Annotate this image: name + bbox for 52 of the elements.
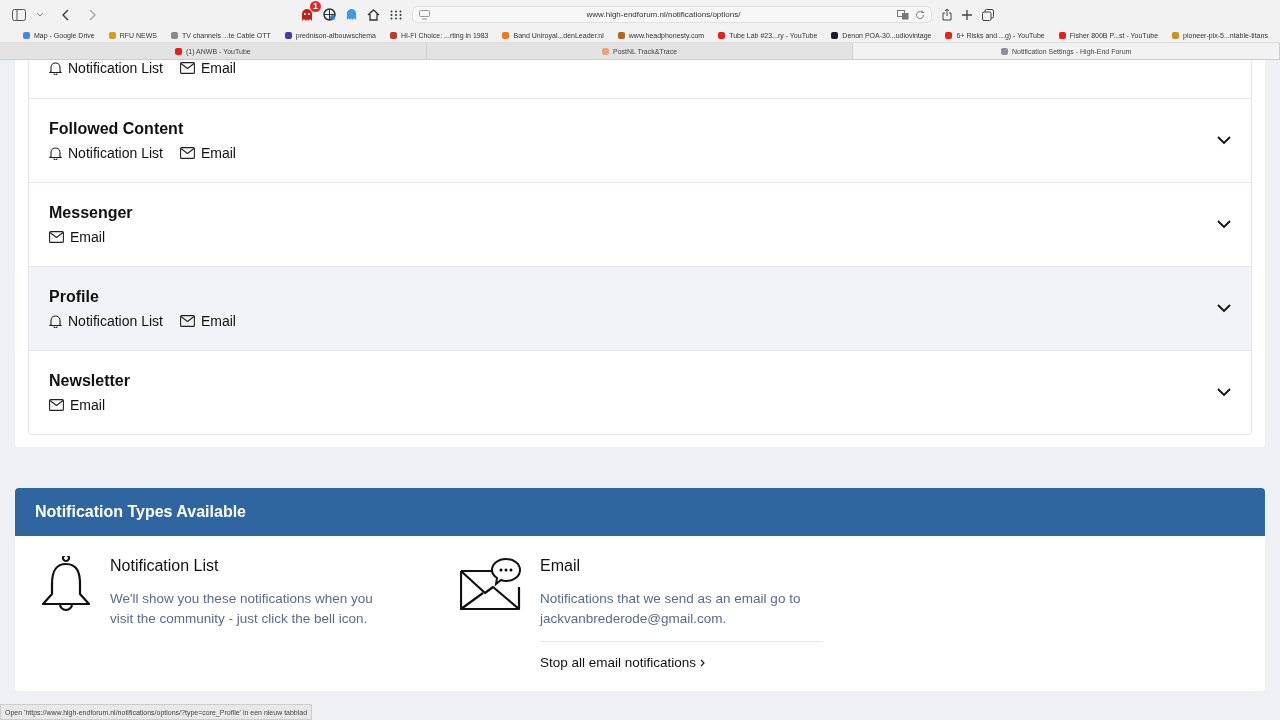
url-text: www.high-endforum.nl/notifications/options/: [585, 10, 742, 19]
type-description: We'll show you these notifications when you visit the community - just click the bell icon.: [110, 590, 374, 628]
back-icon[interactable]: [62, 8, 70, 21]
plus-icon[interactable]: [962, 9, 972, 20]
envelope-icon: [49, 231, 64, 243]
notification-type-label: Notification List: [68, 60, 163, 76]
category-row[interactable]: Followed Content Notification List Email: [29, 98, 1251, 182]
sidebar-icon[interactable]: [12, 8, 26, 21]
type-title: Notification List: [110, 557, 220, 575]
translate-icon[interactable]: [897, 9, 909, 20]
globe-icon[interactable]: [323, 8, 336, 21]
envelope-icon: [179, 315, 195, 327]
ghost-icon[interactable]: [301, 7, 313, 22]
notification-type-label: Email: [70, 229, 105, 245]
category-title: Followed Content: [49, 120, 185, 138]
notification-badge: 1: [310, 0, 321, 12]
envelope-icon: [179, 62, 195, 74]
ghost-icon[interactable]: [346, 8, 357, 21]
chevron-down-icon[interactable]: [1217, 136, 1231, 145]
notification-type-label: Notification List: [68, 145, 163, 161]
category-title: Messenger: [49, 204, 134, 222]
type-description: Notifications that we send as an email go to jackvanbrederode@gmail.com.: [540, 590, 802, 628]
notification-type-label: Notification List: [68, 313, 163, 329]
tabs-overview-icon[interactable]: [982, 8, 994, 21]
envelope-icon: [49, 399, 64, 411]
notification-type-label: Email: [200, 145, 236, 161]
bell-icon: [49, 61, 62, 75]
chevron-down-icon[interactable]: [1217, 388, 1231, 397]
reload-icon[interactable]: [915, 9, 925, 20]
chevron-right-icon: [700, 658, 706, 667]
category-row[interactable]: Newsletter Email: [29, 350, 1251, 434]
envelope-icon: [179, 147, 195, 159]
category-row[interactable]: Profile Notification List Email: [29, 266, 1251, 350]
notification-type-label: Email: [70, 397, 105, 413]
envelope-chat-icon: [460, 557, 522, 611]
grid-icon[interactable]: [390, 9, 402, 20]
bell-icon: [49, 146, 62, 160]
type-title: Email: [540, 557, 581, 575]
chevron-down-icon[interactable]: [1217, 304, 1231, 313]
chevron-down-icon[interactable]: [1217, 220, 1231, 229]
category-title: Profile: [49, 288, 100, 306]
stop-email-link[interactable]: Stop all email notifications: [540, 655, 823, 670]
share-icon[interactable]: [942, 8, 952, 21]
panel-title: Notification Types Available: [35, 503, 246, 521]
address-bar[interactable]: www.high-endforum.nl/notifications/options/: [412, 6, 932, 23]
home-icon[interactable]: [367, 8, 380, 21]
bell-icon: [49, 314, 62, 328]
notification-type-label: Email: [200, 313, 236, 329]
category-row[interactable]: Notification List Email: [29, 60, 1251, 98]
page-icon: [419, 9, 430, 20]
category-title: Newsletter: [49, 372, 131, 390]
notification-type-label: Email: [200, 60, 236, 76]
